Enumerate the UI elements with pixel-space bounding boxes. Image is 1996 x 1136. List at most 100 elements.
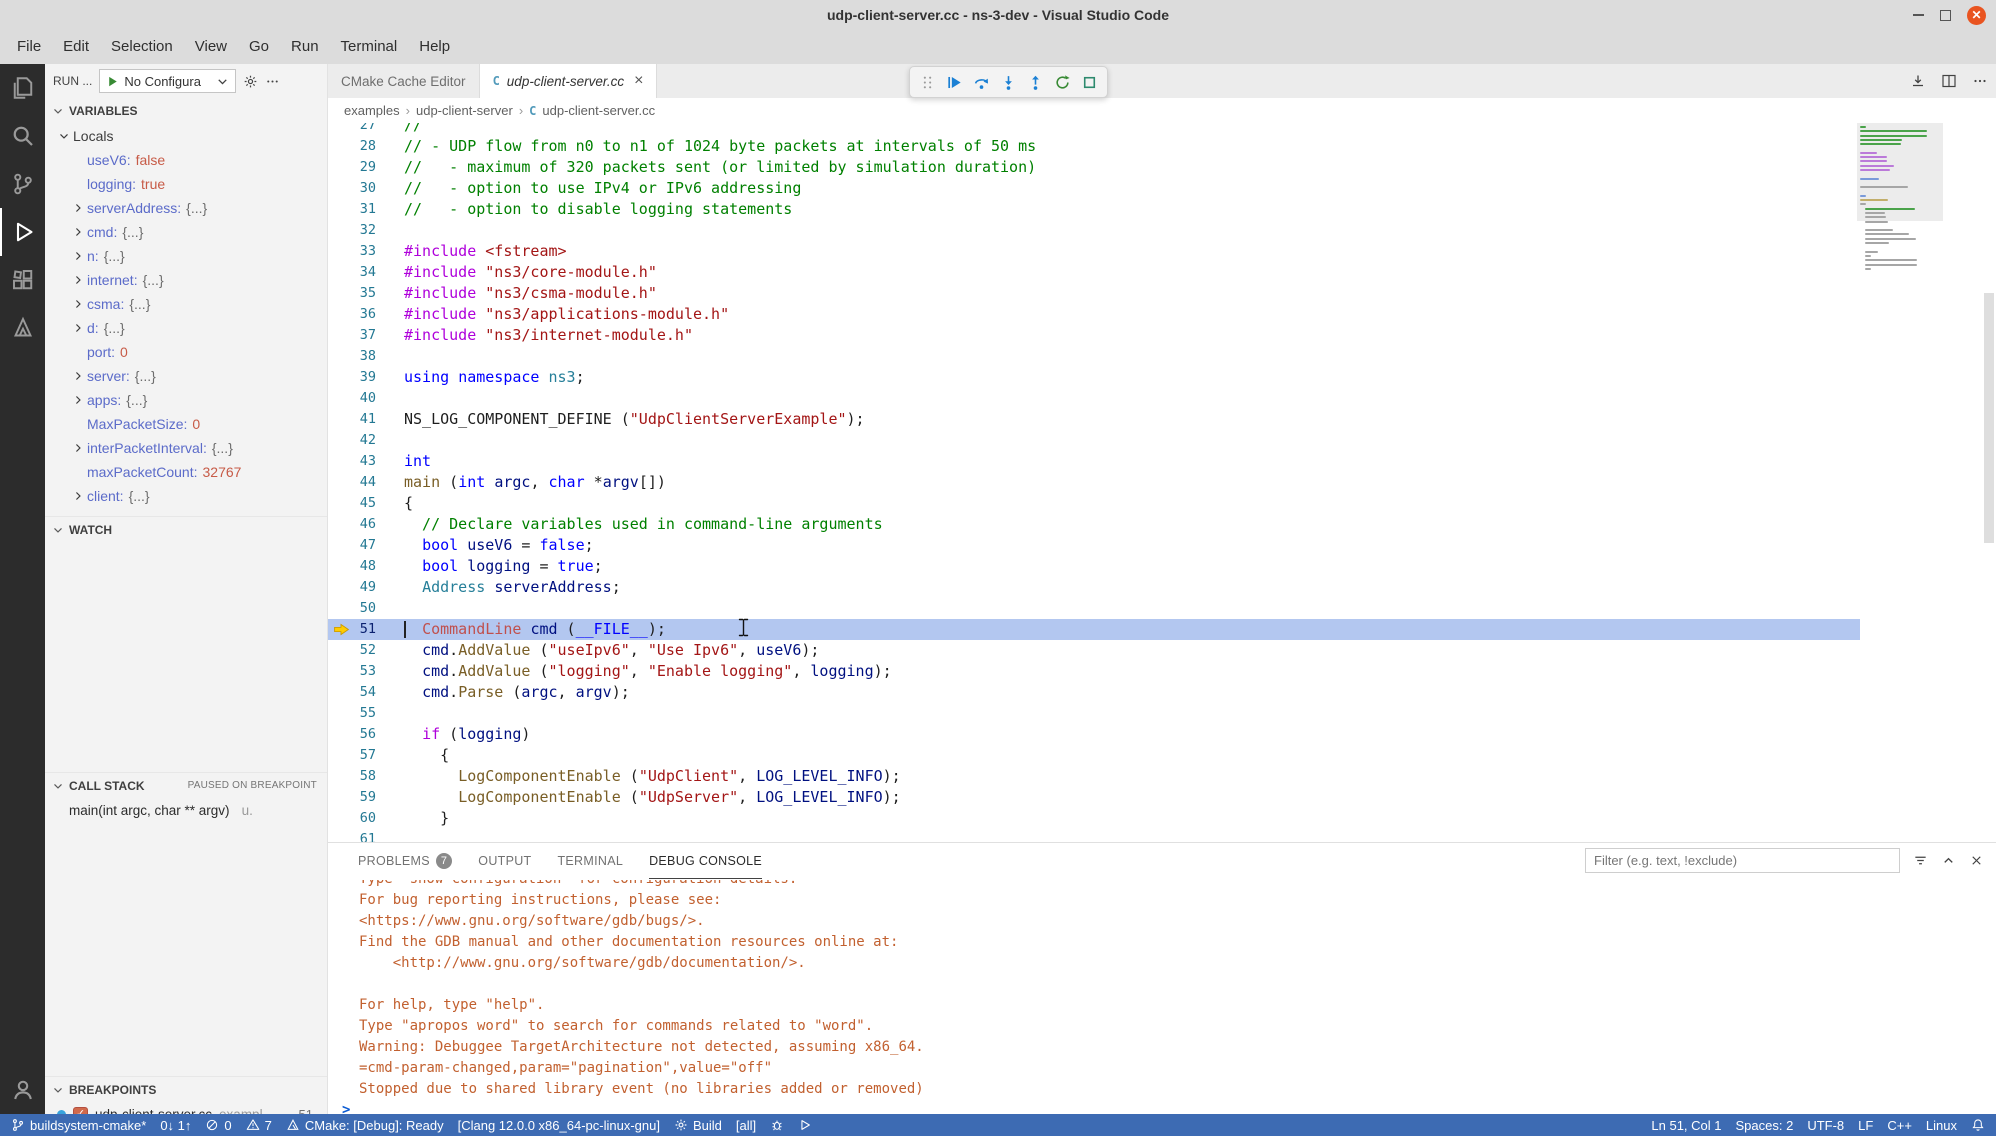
language-mode[interactable]: C++ — [1880, 1114, 1919, 1136]
chevron-right-icon[interactable] — [69, 249, 87, 263]
chevron-right-icon[interactable] — [69, 369, 87, 383]
code-line[interactable]: 44main (int argc, char *argv[]) — [328, 472, 1860, 493]
code-line[interactable]: 57 { — [328, 745, 1860, 766]
indentation[interactable]: Spaces: 2 — [1729, 1114, 1801, 1136]
chevron-down-icon[interactable] — [55, 129, 73, 143]
code-line[interactable]: 56 if (logging) — [328, 724, 1860, 745]
code-line[interactable]: 42 — [328, 430, 1860, 451]
filter-icon[interactable] — [1913, 853, 1928, 868]
scrollbar-thumb[interactable] — [1984, 293, 1994, 543]
open-changes-icon[interactable] — [1910, 73, 1926, 89]
encoding[interactable]: UTF-8 — [1800, 1114, 1851, 1136]
menu-item-file[interactable]: File — [6, 34, 52, 60]
sync-status[interactable]: 0↓ 1↑ — [153, 1114, 198, 1136]
warning-count[interactable]: 7 — [239, 1114, 279, 1136]
code-line[interactable]: 33#include <fstream> — [328, 241, 1860, 262]
code-line[interactable]: 45{ — [328, 493, 1860, 514]
build-button[interactable]: Build — [667, 1114, 729, 1136]
search-icon[interactable] — [0, 112, 45, 160]
code-line[interactable]: 28// - UDP flow from n0 to n1 of 1024 by… — [328, 136, 1860, 157]
variables-scope-row[interactable]: Locals — [45, 124, 327, 148]
variable-row[interactable]: interPacketInterval:{...} — [45, 436, 327, 460]
chevron-up-icon[interactable] — [1941, 853, 1956, 868]
menu-item-go[interactable]: Go — [238, 34, 280, 60]
debug-config-picker[interactable]: No Configura — [99, 69, 236, 93]
close-button[interactable]: ✕ — [1967, 6, 1986, 25]
chevron-right-icon[interactable] — [69, 441, 87, 455]
chevron-right-icon[interactable] — [69, 201, 87, 215]
tab-debug-console[interactable]: DEBUG CONSOLE — [649, 844, 762, 879]
code-editor[interactable]: 27//28// - UDP flow from n0 to n1 of 102… — [328, 123, 1996, 842]
menu-item-view[interactable]: View — [184, 34, 238, 60]
chevron-right-icon[interactable] — [69, 393, 87, 407]
variable-row[interactable]: server:{...} — [45, 364, 327, 388]
code-line[interactable]: 27// — [328, 123, 1860, 136]
variable-row[interactable]: serverAddress:{...} — [45, 196, 327, 220]
source-control-icon[interactable] — [0, 160, 45, 208]
tab-cmake-cache-editor[interactable]: CMake Cache Editor — [328, 64, 480, 98]
code-line[interactable]: 32 — [328, 220, 1860, 241]
restart-button[interactable] — [1049, 68, 1076, 96]
variable-row[interactable]: cmd:{...} — [45, 220, 327, 244]
watch-section-header[interactable]: WATCH — [45, 516, 327, 542]
code-line[interactable]: 59 LogComponentEnable ("UdpServer", LOG_… — [328, 787, 1860, 808]
variable-row[interactable]: n:{...} — [45, 244, 327, 268]
code-line[interactable]: 35#include "ns3/csma-module.h" — [328, 283, 1860, 304]
split-editor-icon[interactable] — [1941, 73, 1957, 89]
launch-target-button[interactable] — [791, 1114, 819, 1136]
maximize-button[interactable] — [1940, 10, 1951, 21]
code-line[interactable]: 49 Address serverAddress; — [328, 577, 1860, 598]
kit-selector[interactable]: [Clang 12.0.0 x86_64-pc-linux-gnu] — [451, 1114, 667, 1136]
run-and-debug-icon[interactable] — [0, 208, 45, 256]
code-line[interactable]: 31// - option to disable logging stateme… — [328, 199, 1860, 220]
variable-row[interactable]: useV6:false — [45, 148, 327, 172]
chevron-right-icon[interactable] — [69, 489, 87, 503]
code-line[interactable]: 54 cmd.Parse (argc, argv); — [328, 682, 1860, 703]
step-into-button[interactable] — [995, 68, 1022, 96]
platform[interactable]: Linux — [1919, 1114, 1964, 1136]
cmake-status[interactable]: CMake: [Debug]: Ready — [279, 1114, 451, 1136]
variable-row[interactable]: internet:{...} — [45, 268, 327, 292]
cmake-tools-icon[interactable] — [0, 304, 45, 352]
breadcrumb-item[interactable]: examples — [344, 103, 400, 118]
stop-button[interactable] — [1076, 68, 1103, 96]
code-line[interactable]: 38 — [328, 346, 1860, 367]
notifications-bell[interactable] — [1964, 1114, 1992, 1136]
variable-row[interactable]: apps:{...} — [45, 388, 327, 412]
debug-console-prompt[interactable]: > — [342, 1100, 1996, 1114]
code-line[interactable]: 55 — [328, 703, 1860, 724]
tab-problems[interactable]: PROBLEMS 7 — [358, 844, 452, 879]
more-actions-icon[interactable] — [265, 74, 280, 89]
close-tab-icon[interactable]: × — [634, 72, 643, 90]
tab-terminal[interactable]: TERMINAL — [557, 844, 623, 879]
code-line[interactable]: 29// - maximum of 320 packets sent (or l… — [328, 157, 1860, 178]
toolbar-gripper[interactable] — [914, 68, 941, 96]
minimize-button[interactable] — [1913, 14, 1924, 16]
explorer-icon[interactable] — [0, 64, 45, 112]
variable-row[interactable]: port:0 — [45, 340, 327, 364]
gear-icon[interactable] — [243, 74, 258, 89]
code-line[interactable]: 39using namespace ns3; — [328, 367, 1860, 388]
continue-button[interactable] — [941, 68, 968, 96]
breakpoint-row[interactable]: ✓ udp-client-server.cc exampl... 51 — [45, 1102, 327, 1114]
step-over-button[interactable] — [968, 68, 995, 96]
code-line[interactable]: 43int — [328, 451, 1860, 472]
account-icon[interactable] — [0, 1066, 45, 1114]
git-branch-status[interactable]: buildsystem-cmake* — [4, 1114, 153, 1136]
error-count[interactable]: 0 — [198, 1114, 238, 1136]
menu-item-run[interactable]: Run — [280, 34, 330, 60]
console-filter-input[interactable] — [1585, 848, 1900, 873]
menu-item-terminal[interactable]: Terminal — [330, 34, 409, 60]
code-line[interactable]: 52 cmd.AddValue ("useIpv6", "Use Ipv6", … — [328, 640, 1860, 661]
chevron-right-icon[interactable] — [69, 225, 87, 239]
chevron-right-icon[interactable] — [69, 321, 87, 335]
extensions-icon[interactable] — [0, 256, 45, 304]
menu-item-help[interactable]: Help — [408, 34, 461, 60]
eol[interactable]: LF — [1851, 1114, 1880, 1136]
code-line[interactable]: 36#include "ns3/applications-module.h" — [328, 304, 1860, 325]
code-line[interactable]: 61 — [328, 829, 1860, 842]
build-target[interactable]: [all] — [729, 1114, 763, 1136]
code-line[interactable]: 40 — [328, 388, 1860, 409]
chevron-right-icon[interactable] — [69, 297, 87, 311]
code-line[interactable]: 46 // Declare variables used in command-… — [328, 514, 1860, 535]
